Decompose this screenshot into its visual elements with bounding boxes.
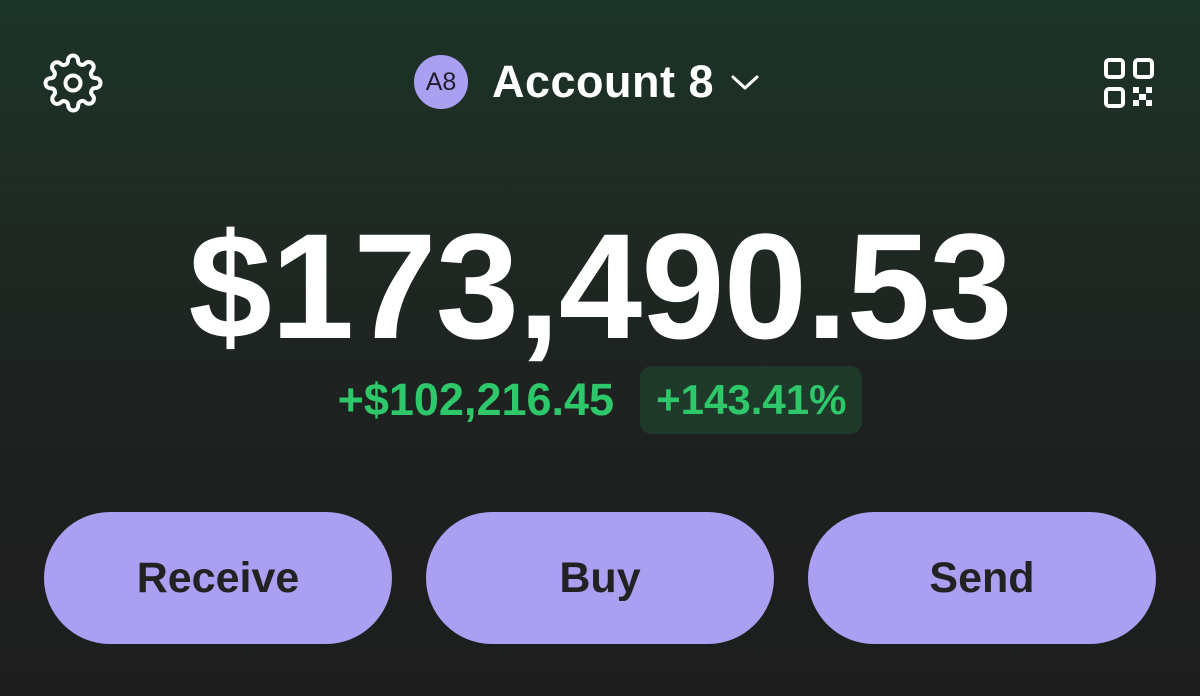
top-bar: A8 Account 8 (0, 0, 1200, 160)
change-percent-badge: +143.41% (640, 366, 863, 434)
qr-code-icon (1104, 58, 1154, 108)
qr-scan-button[interactable] (1096, 50, 1162, 116)
account-name: Account 8 (492, 56, 715, 107)
send-button[interactable]: Send (808, 512, 1156, 644)
buy-button[interactable]: Buy (426, 512, 774, 644)
action-buttons: Receive Buy Send (44, 512, 1156, 644)
chevron-down-icon (730, 72, 760, 92)
gear-icon (43, 53, 103, 113)
settings-button[interactable] (40, 50, 106, 116)
balance-change-row: +$102,216.45 +143.41% (0, 366, 1200, 434)
total-balance: $173,490.53 (188, 202, 1012, 370)
receive-button[interactable]: Receive (44, 512, 392, 644)
avatar: A8 (414, 55, 468, 109)
change-amount: +$102,216.45 (337, 374, 615, 425)
account-switcher[interactable]: A8 Account 8 (414, 52, 760, 112)
